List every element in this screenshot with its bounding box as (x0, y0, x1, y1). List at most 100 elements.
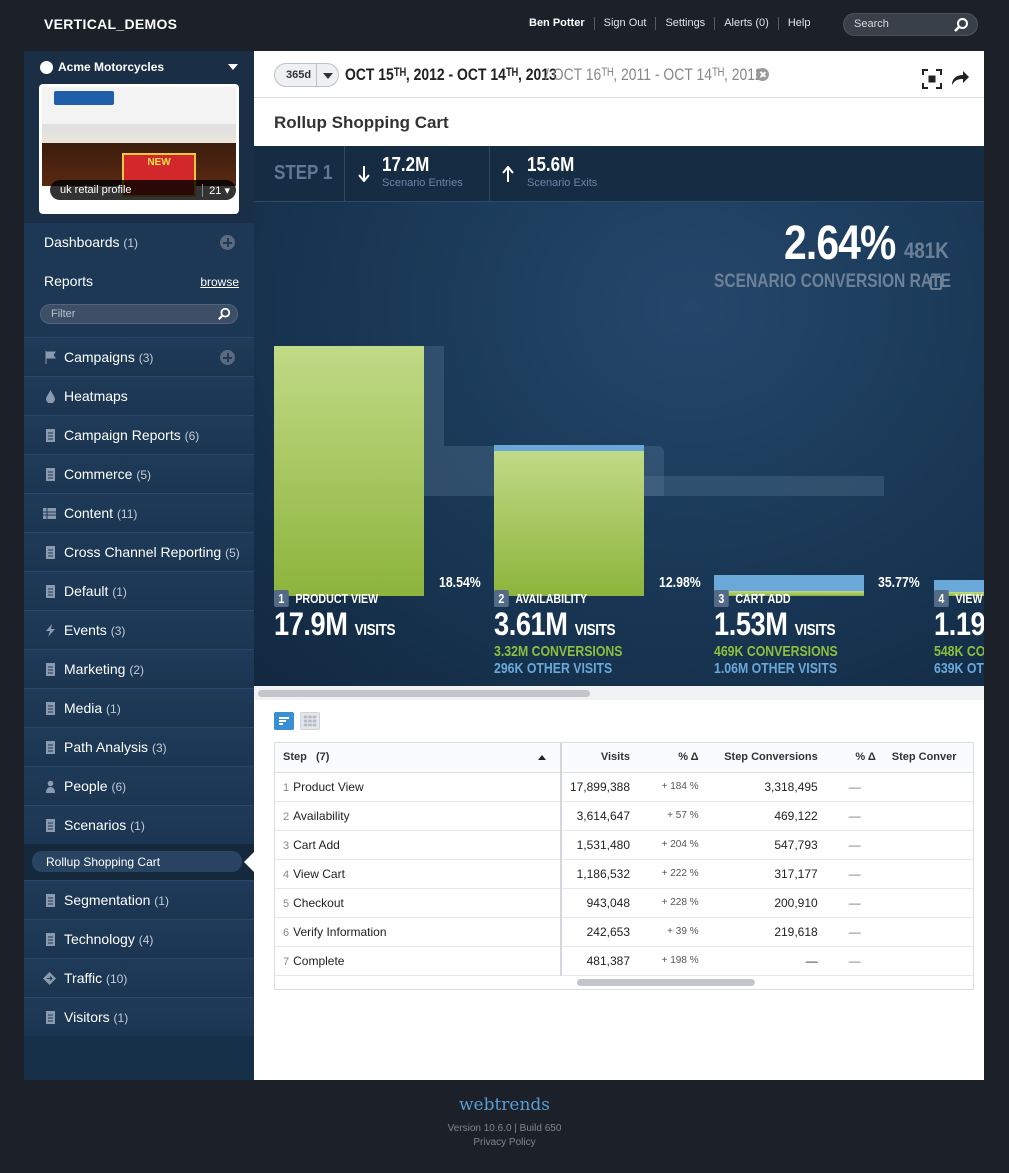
site-screenshot: NEW uk retail profile 21 ▾ (42, 87, 236, 211)
funnel-bar-cart-add-other[interactable] (714, 575, 864, 591)
visits-unit: VISITS (794, 622, 836, 639)
profile-thumbnail[interactable]: NEW uk retail profile 21 ▾ (39, 84, 239, 214)
active-report-label[interactable]: Rollup Shopping Cart (32, 851, 242, 872)
sidebar-item-media[interactable]: Media (1) (24, 688, 254, 727)
funnel-bar-product-view[interactable] (274, 346, 424, 596)
funnel-scrollbar[interactable] (254, 686, 984, 700)
step-indicator[interactable]: STEP 1 (274, 162, 332, 185)
document-icon (46, 1011, 55, 1024)
step-name[interactable]: 4 VIEW (934, 590, 983, 607)
sidebar-item-events[interactable]: Events (3) (24, 610, 254, 649)
sidebar-item-path-analysis[interactable]: Path Analysis (3) (24, 727, 254, 766)
column-header-visits[interactable]: Visits (560, 743, 639, 773)
sidebar-item-segmentation[interactable]: Segmentation (1) (24, 880, 254, 919)
search-icon[interactable] (217, 307, 231, 321)
grid-view-icon[interactable] (300, 712, 320, 730)
step-summary-bar: STEP 1 17.2M Scenario Entries 15.6M Scen… (254, 146, 984, 202)
privacy-policy-link[interactable]: Privacy Policy (0, 1137, 1009, 1148)
step-name[interactable]: 2 AVAILABILITY (494, 590, 587, 607)
sidebar-item-traffic[interactable]: Traffic (10) (24, 958, 254, 997)
sidebar-item-campaigns[interactable]: Campaigns (3) (24, 337, 254, 376)
sidebar-item-content[interactable]: Content (11) (24, 493, 254, 532)
date-range[interactable]: OCT 15ᵀᴴ, 2012 - OCT 14ᵀᴴ, 2013 (345, 65, 557, 85)
account-selector[interactable]: Acme Motorcycles (40, 60, 164, 74)
step-stat: 1.19 548K CON 639K OTH (934, 606, 984, 677)
date-bar: 365d OCT 15ᵀᴴ, 2012 - OCT 14ᵀᴴ, 2013 / O… (254, 51, 984, 98)
profile-count-dropdown[interactable]: 21 ▾ (202, 184, 230, 197)
table-row[interactable]: 3 Cart Add 1,531,480 + 204 % 547,793— (275, 830, 973, 860)
sidebar-subitem-rollup-shopping-cart[interactable]: Rollup Shopping Cart (24, 844, 254, 880)
column-header-pct-change[interactable]: % Δ (825, 743, 884, 773)
scrollbar-thumb[interactable] (258, 690, 590, 697)
conversions-value: 548K CON (934, 643, 984, 660)
comparison-date-range[interactable]: / OCT 16ᵀᴴ, 2011 - OCT 14ᵀᴴ, 2012 (545, 65, 763, 85)
steps-table: Step (7) Visits % Δ Step Conversions % Δ… (274, 742, 974, 990)
column-header-step-conversions-2[interactable]: Step Conver (883, 743, 973, 773)
sidebar-item-people[interactable]: People (6) (24, 766, 254, 805)
entries-label: Scenario Entries (382, 177, 463, 189)
settings-link[interactable]: Settings (655, 17, 714, 30)
document-icon (46, 546, 55, 559)
share-icon[interactable] (950, 68, 970, 86)
sidebar-item-campaign-reports[interactable]: Campaign Reports (6) (24, 415, 254, 454)
table-row[interactable]: 2 Availability 3,614,647 + 57 % 469,122— (275, 801, 973, 831)
sidebar-item-cross-channel-reporting[interactable]: Cross Channel Reporting (5) (24, 532, 254, 571)
visits-unit: VISITS (354, 622, 396, 639)
document-icon (46, 663, 55, 676)
visits-value: 1.53M (714, 606, 788, 642)
step-stat: 1.53M VISITS 469K CONVERSIONS 1.06M OTHE… (714, 606, 865, 677)
table-row[interactable]: 5 Checkout 943,048 + 228 % 200,910— (275, 888, 973, 918)
scenario-entries: 17.2M Scenario Entries (382, 154, 463, 189)
funnel-visualization: STEP 1 17.2M Scenario Entries 15.6M Scen… (254, 146, 984, 686)
sidebar-item-visitors[interactable]: Visitors (1) (24, 997, 254, 1036)
column-header-step-conversions[interactable]: Step Conversions (706, 743, 826, 773)
step-name[interactable]: 3 CART ADD (714, 590, 791, 607)
sidebar-item-default[interactable]: Default (1) (24, 571, 254, 610)
help-link[interactable]: Help (777, 17, 820, 30)
visits-value: 17.9M (274, 606, 348, 642)
other-visits-value: 296K OTHER VISITS (494, 660, 613, 677)
version-info: Version 10.6.0 | Build 650 (447, 1123, 562, 1134)
column-header-pct-change[interactable]: % Δ (638, 743, 707, 773)
add-campaign-icon[interactable] (220, 350, 235, 365)
browse-link[interactable]: browse (200, 275, 239, 289)
column-header-step[interactable]: Step (7) (275, 743, 562, 773)
sort-ascending-icon[interactable] (537, 755, 546, 760)
fullscreen-icon[interactable] (922, 69, 942, 89)
bolt-icon (46, 624, 55, 637)
list-view-icon[interactable] (274, 712, 294, 730)
table-scrollbar-thumb[interactable] (577, 979, 755, 986)
step-name[interactable]: 1 PRODUCT VIEW (274, 590, 378, 607)
dashboards-section[interactable]: Dashboards (1) (24, 223, 254, 262)
funnel-bar-availability[interactable] (494, 451, 644, 596)
sidebar-item-technology[interactable]: Technology (4) (24, 919, 254, 958)
add-dashboard-icon[interactable] (220, 235, 235, 250)
sidebar-item-scenarios[interactable]: Scenarios (1) (24, 805, 254, 844)
chevron-down-icon[interactable] (228, 64, 238, 70)
search-box[interactable] (843, 13, 978, 36)
document-icon (46, 933, 55, 946)
filter-box[interactable] (40, 304, 238, 324)
sidebar-item-marketing[interactable]: Marketing (2) (24, 649, 254, 688)
calculator-icon[interactable] (930, 276, 942, 290)
clear-comparison-icon[interactable] (756, 68, 769, 81)
profile-bar[interactable]: uk retail profile 21 ▾ (50, 180, 236, 200)
alerts-link[interactable]: Alerts (0) (714, 17, 778, 30)
sidebar-item-commerce[interactable]: Commerce (5) (24, 454, 254, 493)
active-pointer (244, 852, 254, 872)
sign-out-link[interactable]: Sign Out (593, 17, 656, 30)
period-selector[interactable]: 365d (274, 63, 339, 87)
chevron-down-icon[interactable] (316, 64, 338, 86)
filter-input[interactable] (51, 308, 201, 320)
visits-value: 3.61M (494, 606, 568, 642)
search-input[interactable] (854, 18, 954, 30)
table-row[interactable]: 4 View Cart 1,186,532 + 222 % 317,177— (275, 859, 973, 889)
table-row[interactable]: 7 Complete 481,387 + 198 % — — (275, 946, 973, 976)
brand-name: VERTICAL_DEMOS (44, 16, 178, 32)
globe-icon (40, 60, 53, 74)
user-name[interactable]: Ben Potter (529, 17, 594, 30)
search-icon[interactable] (953, 17, 969, 33)
table-row[interactable]: 6 Verify Information 242,653 + 39 % 219,618— (275, 917, 973, 947)
table-row[interactable]: 1 Product View 17,899,388 + 184 % 3,318,495— (275, 772, 973, 802)
sidebar-item-heatmaps[interactable]: Heatmaps (24, 376, 254, 415)
